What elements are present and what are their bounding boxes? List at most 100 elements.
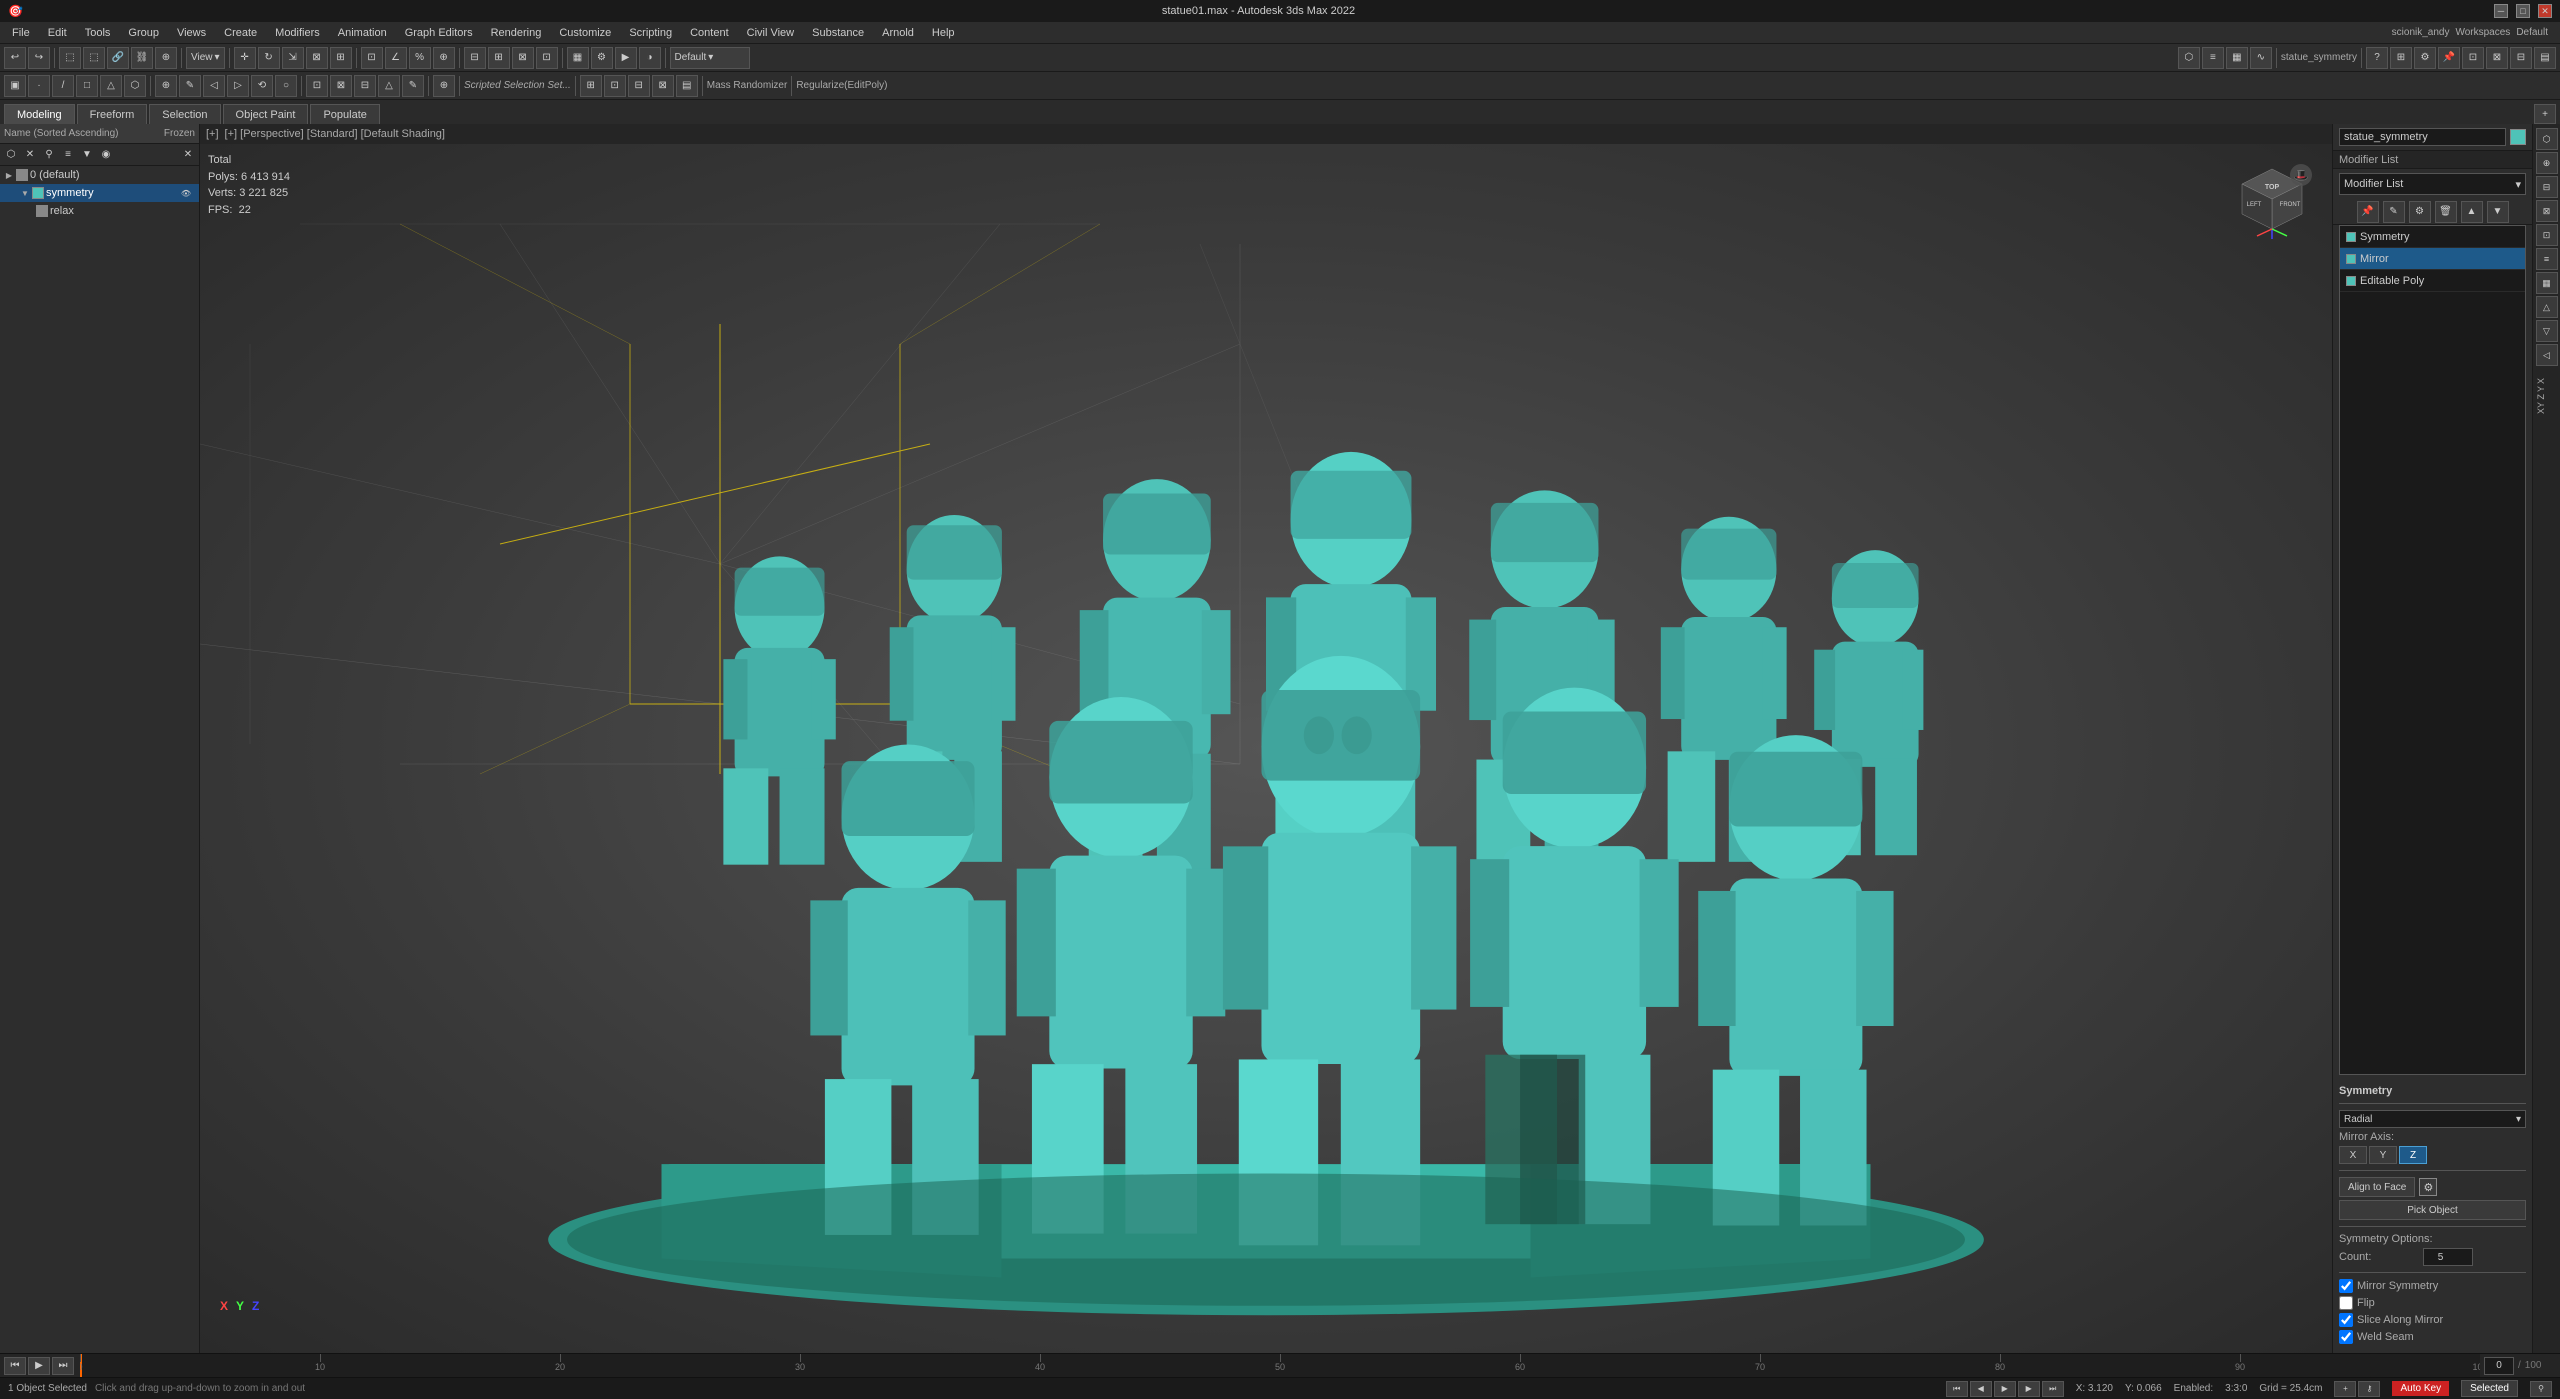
mod-item-mirror[interactable]: Mirror	[2340, 248, 2525, 270]
paint-sel-button[interactable]: ✎	[179, 75, 201, 97]
close-button[interactable]: ✕	[2538, 4, 2552, 18]
menu-views[interactable]: Views	[169, 25, 214, 41]
subobject-button[interactable]: ⊕	[433, 75, 455, 97]
menu-edit[interactable]: Edit	[40, 25, 75, 41]
menu-civil-view[interactable]: Civil View	[739, 25, 802, 41]
menu-tools[interactable]: Tools	[77, 25, 119, 41]
render-button[interactable]: ▶	[615, 47, 637, 69]
mod-down-button[interactable]: ▼	[2487, 201, 2509, 223]
extra-btn1[interactable]: ⊡	[2462, 47, 2484, 69]
vertex-sel-button[interactable]: ·	[28, 75, 50, 97]
far-right-btn-1[interactable]: ⬡	[2536, 128, 2558, 150]
object-hide-button[interactable]: 👁	[177, 184, 195, 202]
add-key-button[interactable]: +	[2334, 1381, 2356, 1397]
filter-dropdown[interactable]: View ▾	[186, 47, 225, 69]
expand-icon-sym[interactable]: ▼	[20, 188, 30, 198]
timeline-track[interactable]: 0102030405060708090100	[80, 1354, 2480, 1377]
menu-group[interactable]: Group	[120, 25, 167, 41]
scene-item-relax[interactable]: relax	[0, 202, 199, 220]
extra-btn2[interactable]: ⊠	[2486, 47, 2508, 69]
polygon-sel-button[interactable]: ▣	[4, 75, 26, 97]
redo-button[interactable]: ↪	[28, 47, 50, 69]
align-button[interactable]: ⊟	[464, 47, 486, 69]
mod-edit-button[interactable]: ✎	[2383, 201, 2405, 223]
menu-modifiers[interactable]: Modifiers	[267, 25, 328, 41]
coord4-btn[interactable]: ⊠	[652, 75, 674, 97]
mod-config-button[interactable]: ⚙	[2409, 201, 2431, 223]
mod-up-button[interactable]: ▲	[2461, 201, 2483, 223]
far-right-btn-7[interactable]: ▦	[2536, 272, 2558, 294]
coord2-btn[interactable]: ⊡	[604, 75, 626, 97]
mod-pin-button[interactable]: 📌	[2357, 201, 2379, 223]
mirror-symmetry-checkbox[interactable]	[2339, 1279, 2353, 1293]
count-input[interactable]	[2423, 1248, 2473, 1266]
pb-end-button[interactable]: ⏭	[2042, 1381, 2064, 1397]
menu-create[interactable]: Create	[216, 25, 265, 41]
menu-animation[interactable]: Animation	[330, 25, 395, 41]
se-create-button[interactable]: ⬡	[2, 146, 20, 164]
ring-sel-button[interactable]: ○	[275, 75, 297, 97]
pb-next-button[interactable]: ▶	[2018, 1381, 2040, 1397]
settings-button[interactable]: ⚙	[2414, 47, 2436, 69]
menu-content[interactable]: Content	[682, 25, 737, 41]
extra-btn3[interactable]: ⊟	[2510, 47, 2532, 69]
edit-face-button[interactable]: △	[378, 75, 400, 97]
scene-explorer-button[interactable]: ≡	[2202, 47, 2224, 69]
axis-y-button[interactable]: Y	[2369, 1146, 2397, 1164]
help-button[interactable]: ?	[2366, 47, 2388, 69]
far-right-btn-9[interactable]: ▽	[2536, 320, 2558, 342]
expand-icon[interactable]: ▶	[4, 170, 14, 180]
slice-checkbox[interactable]	[2339, 1313, 2353, 1327]
menu-scripting[interactable]: Scripting	[621, 25, 680, 41]
array-button[interactable]: ⊠	[512, 47, 534, 69]
object-color-swatch[interactable]	[2510, 129, 2526, 145]
menu-graph-editors[interactable]: Graph Editors	[397, 25, 481, 41]
align-to-face-button[interactable]: Align to Face	[2339, 1177, 2415, 1197]
reference-button[interactable]: ⊞	[330, 47, 352, 69]
mod-eye-editable-poly[interactable]	[2346, 276, 2356, 286]
scene-item-0default[interactable]: ▶ 0 (default)	[0, 166, 199, 184]
tab-populate[interactable]: Populate	[310, 104, 379, 124]
far-right-btn-2[interactable]: ⊕	[2536, 152, 2558, 174]
autokey-button[interactable]: Auto Key	[2392, 1381, 2449, 1396]
viewport[interactable]: [+] [+] [Perspective] [Standard] [Defaul…	[200, 124, 2332, 1353]
se-find-button[interactable]: ⚲	[40, 146, 58, 164]
select-object-button[interactable]: ⬚	[59, 47, 81, 69]
viewport-plus-icon[interactable]: [+]	[206, 128, 219, 140]
far-right-btn-4[interactable]: ⊠	[2536, 200, 2558, 222]
mod-item-symmetry[interactable]: Symmetry	[2340, 226, 2525, 248]
scene-item-symmetry[interactable]: ▼ symmetry 👁	[0, 184, 199, 202]
key-mode-button[interactable]: ⚷	[2358, 1381, 2380, 1397]
layer-manager-button[interactable]: ▦	[2226, 47, 2248, 69]
select-region-button[interactable]: ⬚	[83, 47, 105, 69]
extra-btn4[interactable]: ▤	[2534, 47, 2556, 69]
material-editor-button[interactable]: ⬡	[2178, 47, 2200, 69]
menu-substance[interactable]: Substance	[804, 25, 872, 41]
shrink-sel-button[interactable]: ◁	[203, 75, 225, 97]
angle-snap-button[interactable]: ∠	[385, 47, 407, 69]
flip-checkbox[interactable]	[2339, 1296, 2353, 1310]
face-sel-button[interactable]: △	[100, 75, 122, 97]
more-tools-button[interactable]: ⊞	[2390, 47, 2412, 69]
render-dropdown[interactable]: Default ▾	[670, 47, 750, 69]
render-setup-button[interactable]: ⚙	[591, 47, 613, 69]
menu-rendering[interactable]: Rendering	[483, 25, 550, 41]
pick-object-button[interactable]: Pick Object	[2339, 1200, 2526, 1220]
paint-deform-button[interactable]: ✎	[402, 75, 424, 97]
tab-selection[interactable]: Selection	[149, 104, 220, 124]
menu-file[interactable]: File	[4, 25, 38, 41]
pb-start-button[interactable]: ⏮	[1946, 1381, 1968, 1397]
nav-cube[interactable]: TOP FRONT LEFT 🎩	[2232, 164, 2312, 244]
menu-customize[interactable]: Customize	[551, 25, 619, 41]
se-delete-button[interactable]: ✕	[21, 146, 39, 164]
undo-button[interactable]: ↩	[4, 47, 26, 69]
se-sort-button[interactable]: ≡	[59, 146, 77, 164]
timeline-next-button[interactable]: ⏭	[52, 1357, 74, 1375]
coord5-btn[interactable]: ▤	[676, 75, 698, 97]
border-sel-button[interactable]: □	[76, 75, 98, 97]
select-rotate-button[interactable]: ↻	[258, 47, 280, 69]
selected-button[interactable]: Selected	[2461, 1380, 2518, 1397]
tab-freeform[interactable]: Freeform	[77, 104, 148, 124]
select-scale-button[interactable]: ⇲	[282, 47, 304, 69]
pb-prev-button[interactable]: ◀	[1970, 1381, 1992, 1397]
